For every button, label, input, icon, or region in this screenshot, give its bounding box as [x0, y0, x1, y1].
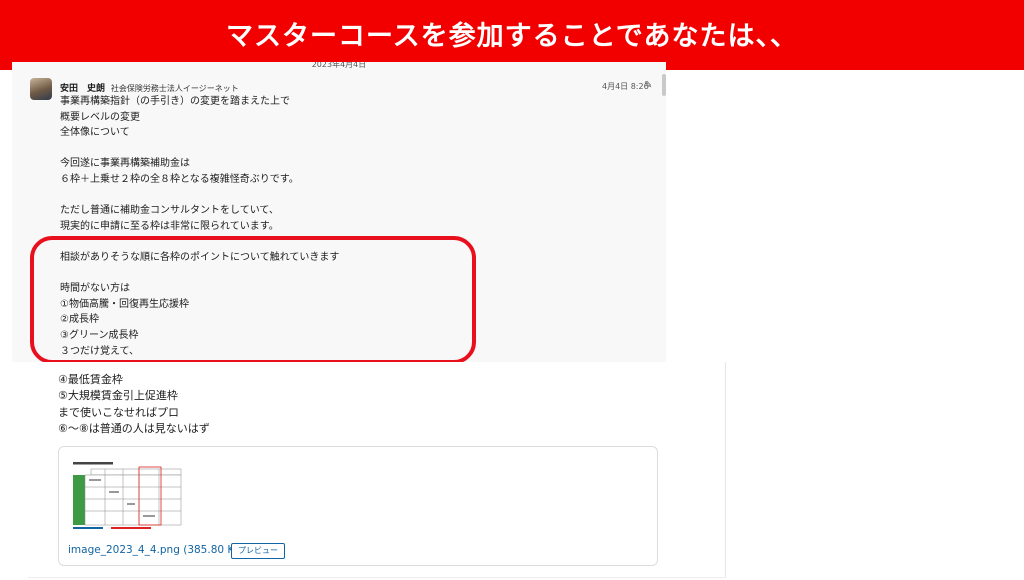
message-line: 現実的に申請に至る枠は非常に限られています。 — [60, 220, 279, 232]
message-line: 全体像について — [60, 127, 130, 139]
file-attachment[interactable]: image_2023_4_4.png (385.80 KB) プレビュー — [58, 446, 658, 566]
message-panel-top: 2023年4月4日 安田 史朗 社会保険労務士法人イージーネット 4月4日 8:… — [12, 62, 666, 362]
author-line: 安田 史朗 社会保険労務士法人イージーネット — [60, 81, 239, 94]
message-line — [60, 234, 660, 250]
date-divider: 2023年4月4日 — [311, 62, 367, 69]
message-body-continued: ④最低賃金枠 ⑤大規模賃金引上促進枠 まで使いこなせればプロ ⑥～⑧は普通の人は見ない… — [58, 372, 210, 438]
message-line: ①物価高騰・回復再生応援枠 — [60, 298, 189, 310]
message-timestamp[interactable]: 4月4日 8:26 — [602, 81, 649, 92]
table-image-icon — [71, 461, 183, 533]
message-line: ただし普通に補助金コンサルタントをしていて、 — [60, 205, 279, 217]
attachment-filename[interactable]: image_2023_4_4.png (385.80 KB) — [68, 544, 246, 556]
message-line: 事業再構築指針（の手引き）の変更を踏まえた上で — [60, 96, 290, 107]
author-org: 社会保険労務士法人イージーネット — [110, 84, 239, 93]
banner-title: マスターコースを参加することであなたは、、 — [225, 21, 799, 52]
pencil-icon[interactable]: ✎ — [644, 80, 652, 91]
message-line: ⑥～⑧は普通の人は見ないはず — [58, 422, 210, 436]
message-line: ③グリーン成長枠 — [60, 329, 139, 341]
message-line: 概要レベルの変更 — [60, 111, 140, 123]
message-line: 今回遂に事業再構築補助金は — [60, 158, 190, 170]
author-avatar[interactable] — [30, 78, 52, 100]
message-body: 事業再構築指針（の手引き）の変更を踏まえた上で 概要レベルの変更 全体像について今回… — [60, 94, 660, 362]
message-line — [60, 188, 660, 204]
attachment-name[interactable]: image_2023_4_4.png — [68, 544, 180, 556]
image-thumbnail[interactable] — [71, 461, 183, 533]
message-line: ３つだけ覚えて、 — [60, 345, 139, 357]
message-line — [60, 266, 660, 282]
scrollbar-thumb[interactable] — [662, 74, 666, 96]
message-line: 時間がない方は — [60, 283, 130, 295]
message-panel-bottom: ④最低賃金枠 ⑤大規模賃金引上促進枠 まで使いこなせればプロ ⑥～⑧は普通の人は見ない… — [28, 362, 726, 578]
promo-banner: マスターコースを参加することであなたは、、 — [0, 0, 1024, 70]
message-line: ６枠＋上乗せ２枠の全８枠となる複雑怪奇ぶりです。 — [60, 173, 299, 185]
message-line: ②成長枠 — [60, 314, 99, 326]
message-line — [60, 141, 660, 157]
message-line: ④最低賃金枠 — [58, 373, 123, 386]
message-line: ⑤大規模賃金引上促進枠 — [58, 389, 178, 403]
author-name[interactable]: 安田 史朗 — [60, 84, 105, 94]
message-line: まで使いこなせればプロ — [58, 405, 179, 419]
preview-button[interactable]: プレビュー — [231, 543, 285, 559]
message-line: 相談がありそうな順に各枠のポイントについて触れていきます — [60, 251, 340, 263]
